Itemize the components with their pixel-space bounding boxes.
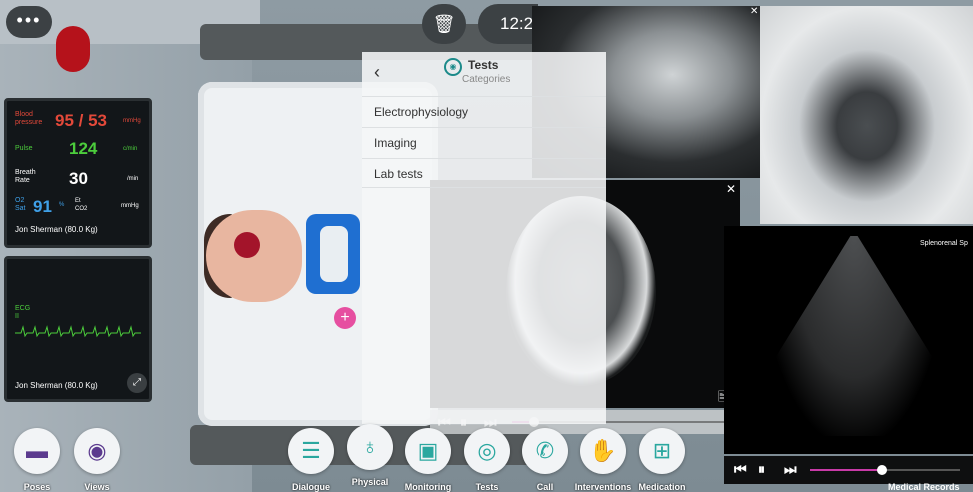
o2-sat-unit: % (59, 202, 65, 208)
add-marker-button[interactable]: + (334, 307, 356, 329)
patient-name: Jon Sherman (80.0 Kg) (15, 381, 98, 390)
ultrasound-progress-knob[interactable] (877, 465, 887, 475)
o2-sat-value: 91 (33, 197, 52, 216)
dialogue-button[interactable]: ☰ (288, 428, 334, 474)
ecg-monitor[interactable]: ECG II Jon Sherman (80.0 Kg) ⤢ (4, 256, 152, 402)
category-electrophysiology[interactable]: Electrophysiology (362, 96, 606, 126)
cervical-collar-inner (320, 226, 348, 282)
medication-label: Medication (638, 482, 686, 492)
expand-icon[interactable]: ⤢ (127, 373, 147, 393)
hand-icon: ✋ (589, 438, 617, 463)
ultrasound-title: Splenorenal Sp (920, 240, 968, 247)
poses-icon: ▬ (26, 438, 48, 463)
patient-wound (234, 232, 260, 258)
interventions-button[interactable]: ✋ (580, 428, 626, 474)
bp-value: 95 / 53 (55, 111, 107, 130)
tests-panel: ‹ ◉ Tests Categories Electrophysiology I… (362, 52, 606, 424)
back-icon[interactable]: ‹ (374, 62, 380, 83)
medication-button[interactable]: ⊞ (639, 428, 685, 474)
alarm-light (56, 26, 90, 72)
pulse-value: 124 (69, 139, 98, 158)
o2-sat-label: O2 Sat (15, 197, 26, 212)
medical-records-label[interactable]: Medical Records (888, 482, 960, 492)
patient-head[interactable] (206, 210, 302, 302)
pause-icon[interactable]: ⏸ (758, 461, 765, 478)
ultrasound-image[interactable]: Splenorenal Sp (724, 226, 973, 454)
tests-button[interactable]: ◎ (464, 428, 510, 474)
monitoring-button[interactable]: ▣ (405, 428, 451, 474)
eye-icon: ◉ (87, 438, 107, 463)
next-icon[interactable]: ⏭ (784, 461, 797, 478)
xray-chest-image[interactable] (760, 6, 973, 224)
category-lab-tests[interactable]: Lab tests (362, 158, 606, 188)
monitor-icon: ▣ (417, 438, 439, 463)
pulse-label: Pulse (15, 145, 33, 152)
chat-icon: ☰ (301, 438, 321, 463)
phone-icon: ✆ (535, 438, 555, 463)
close-icon[interactable]: ✕ (750, 6, 758, 17)
call-button[interactable]: ✆ (522, 428, 568, 474)
close-icon[interactable]: ✕ (726, 182, 736, 196)
etco2-unit: mmHg (121, 203, 139, 209)
breath-rate-label: Breath Rate (15, 169, 36, 184)
pulse-unit: c/min (123, 146, 138, 152)
stethoscope-icon: ♁ (361, 434, 379, 459)
more-menu-button[interactable]: ••• (6, 6, 52, 38)
views-label: Views (84, 482, 110, 492)
poses-button[interactable]: ▬ (14, 428, 60, 474)
tests-icon: ◉ (444, 58, 462, 76)
breath-rate-value: 30 (69, 169, 88, 188)
ecg-trace (15, 325, 141, 338)
etco2-label: Et CO2 (75, 198, 88, 212)
ultrasound-playback-controls: ⏮ ⏸ ⏭ (724, 456, 973, 484)
vitals-monitor[interactable]: Blood pressure 95 / 53 mmHg Pulse 124 c/… (4, 98, 152, 248)
tests-icon: ◎ (477, 438, 497, 463)
trash-button[interactable]: 🗑 (422, 4, 466, 44)
category-imaging[interactable]: Imaging (362, 127, 606, 157)
ecg-label: ECG II (15, 305, 31, 320)
bp-label: Blood pressure (15, 111, 43, 126)
breath-rate-unit: /min (127, 176, 139, 182)
views-button[interactable]: ◉ (74, 428, 120, 474)
tests-title: Tests (468, 58, 499, 72)
previous-icon[interactable]: ⏮ (734, 461, 747, 478)
medication-icon: ⊞ (652, 438, 672, 463)
ultrasound-progress-track (810, 465, 960, 475)
patient-name: Jon Sherman (80.0 Kg) (15, 225, 98, 234)
tests-subtitle: Categories (462, 74, 511, 85)
clock: 12:2 (478, 4, 538, 44)
ultrasound-cone (764, 236, 944, 436)
physical-button[interactable]: ♁ (347, 424, 393, 470)
bp-unit: mmHg (123, 118, 141, 124)
ultrasound-progress-fill (810, 469, 882, 471)
